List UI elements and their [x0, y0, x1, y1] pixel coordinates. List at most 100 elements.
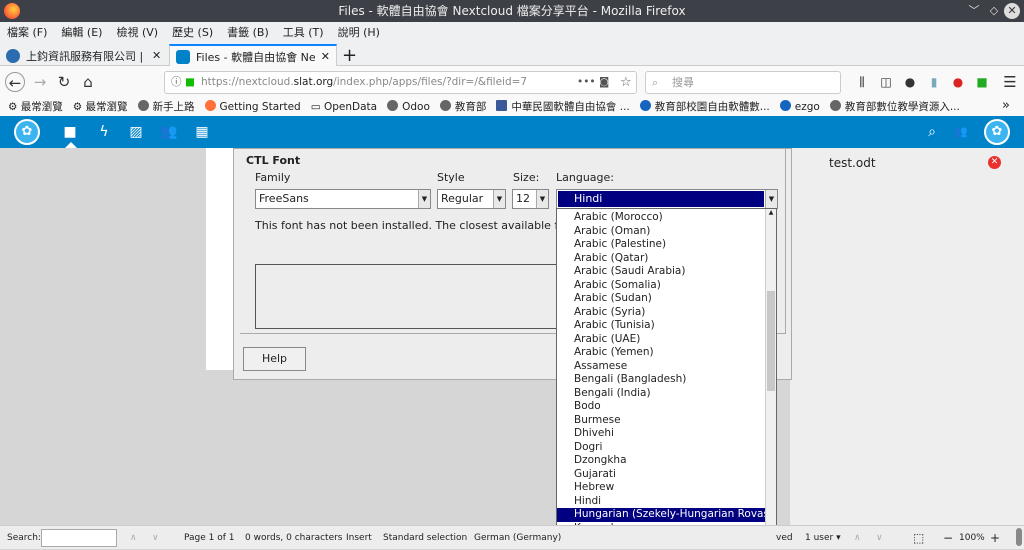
find-next-icon[interactable]: ∨	[152, 526, 159, 550]
language-option[interactable]: Bengali (Bangladesh)	[557, 373, 776, 387]
page-actions-icon[interactable]: •••	[577, 72, 596, 93]
language-option[interactable]: Bodo	[557, 400, 776, 414]
zoom-out-button[interactable]: −	[943, 526, 953, 550]
extension-icon[interactable]: ●	[900, 72, 920, 92]
tab-slat[interactable]: 上鈞資訊服務有限公司 | 自由 ✕	[0, 44, 168, 67]
files-app-icon[interactable]: ■	[62, 124, 78, 140]
user-avatar[interactable]: ✿	[984, 119, 1010, 145]
save-status: ved	[776, 533, 793, 543]
next-icon[interactable]: ∨	[876, 526, 883, 550]
url-bar[interactable]: ⓘ ■ https://nextcloud.slat.org/index.php…	[164, 71, 637, 94]
maximize-icon[interactable]: ◇	[986, 3, 1002, 19]
language-option[interactable]: Arabic (Palestine)	[557, 238, 776, 252]
menu-tools[interactable]: 工具 (T)	[283, 22, 324, 44]
prev-icon[interactable]: ∧	[854, 526, 861, 550]
text-language[interactable]: German (Germany)	[474, 526, 561, 550]
language-option[interactable]: Arabic (UAE)	[557, 333, 776, 347]
minimize-icon[interactable]: ﹀	[966, 3, 982, 19]
insert-mode[interactable]: Insert	[346, 526, 372, 550]
page-scrollbar[interactable]	[1016, 528, 1022, 546]
bookmark-folder[interactable]: ▭ OpenData	[311, 98, 377, 116]
language-option[interactable]: Arabic (Qatar)	[557, 252, 776, 266]
find-previous-icon[interactable]: ∧	[130, 526, 137, 550]
bookmark-item[interactable]: ⚙ 最常瀏覽	[73, 98, 128, 116]
home-button[interactable]: ⌂	[78, 72, 98, 92]
bookmark-item[interactable]: 教育部校園自由軟體數...	[639, 98, 770, 116]
bookmark-item[interactable]: ⚙ 最常瀏覽	[8, 98, 63, 116]
language-option[interactable]: Bengali (India)	[557, 387, 776, 401]
close-tab-icon[interactable]: ✕	[152, 49, 161, 62]
language-option[interactable]: Arabic (Oman)	[557, 225, 776, 239]
family-combo[interactable]: FreeSans ▼	[255, 189, 431, 209]
new-tab-button[interactable]: +	[342, 45, 357, 66]
menu-bookmarks[interactable]: 書籤 (B)	[227, 22, 269, 44]
language-option[interactable]: Burmese	[557, 414, 776, 428]
fit-page-icon[interactable]: ⬚	[913, 526, 924, 550]
style-combo[interactable]: Regular ▼	[437, 189, 506, 209]
language-option[interactable]: Arabic (Morocco)	[557, 211, 776, 225]
sidebar-icon[interactable]: ◫	[876, 72, 896, 92]
close-icon[interactable]: ✕	[1004, 3, 1020, 19]
close-sidebar-icon[interactable]: ✕	[988, 156, 1001, 169]
find-input[interactable]	[41, 529, 117, 547]
contacts-icon[interactable]: 👥	[160, 124, 177, 140]
library-icon[interactable]: ⫼	[852, 72, 872, 92]
size-combo[interactable]: 12 ▼	[512, 189, 549, 209]
gallery-icon[interactable]: ▨	[128, 124, 144, 140]
menu-help[interactable]: 說明 (H)	[338, 22, 380, 44]
scroll-up-icon: ▲	[768, 209, 774, 216]
language-option[interactable]: Arabic (Syria)	[557, 306, 776, 320]
forward-button[interactable]: →	[30, 72, 50, 92]
users-button[interactable]: 1 user ▾	[805, 526, 841, 550]
bookmark-item[interactable]: 新手上路	[137, 98, 195, 116]
language-option[interactable]: Hindi	[557, 495, 776, 509]
bookmarks-overflow-icon[interactable]: »	[1002, 98, 1010, 113]
bookmark-item[interactable]: 教育部	[439, 98, 486, 116]
nextcloud-logo[interactable]: ✿	[14, 119, 40, 145]
extension-icon[interactable]: ▮	[924, 72, 944, 92]
reload-button[interactable]: ↻	[54, 72, 74, 92]
contacts-menu-icon[interactable]: 👥	[953, 124, 969, 140]
help-button[interactable]: Help	[243, 347, 306, 371]
back-button[interactable]: ←	[5, 72, 25, 92]
zoom-in-button[interactable]: +	[990, 526, 1000, 550]
info-icon[interactable]: ⓘ	[171, 72, 182, 93]
tab-files[interactable]: Files - 軟體自由協會 Nextclou ✕	[169, 44, 337, 67]
bookmark-item[interactable]: 教育部數位教學資源入...	[829, 98, 960, 116]
language-option[interactable]: Arabic (Somalia)	[557, 279, 776, 293]
language-option[interactable]: Arabic (Sudan)	[557, 292, 776, 306]
language-option[interactable]: Gujarati	[557, 468, 776, 482]
menu-edit[interactable]: 編輯 (E)	[61, 22, 102, 44]
activity-icon[interactable]: ϟ	[96, 124, 112, 140]
calendar-icon[interactable]: ▦	[194, 124, 210, 140]
language-combo[interactable]: Hindi ▼	[556, 189, 778, 209]
bookmark-item[interactable]: Getting Started	[204, 98, 301, 116]
dropdown-scrollbar[interactable]: ▲	[765, 209, 776, 547]
search-icon[interactable]: ⌕	[924, 124, 940, 140]
close-tab-icon[interactable]: ✕	[321, 50, 330, 63]
language-option[interactable]: Hebrew	[557, 481, 776, 495]
language-option[interactable]: Arabic (Saudi Arabia)	[557, 265, 776, 279]
language-option[interactable]: Dzongkha	[557, 454, 776, 468]
extension-icon[interactable]: ■	[972, 72, 992, 92]
language-option[interactable]: Dhivehi	[557, 427, 776, 441]
menu-view[interactable]: 檢視 (V)	[116, 22, 158, 44]
language-dropdown-list[interactable]: Arabic (Morocco) Arabic (Oman) Arabic (Pal…	[556, 208, 777, 548]
search-input[interactable]: ⌕ 搜尋	[645, 71, 841, 94]
language-option[interactable]: Dogri	[557, 441, 776, 455]
bookmark-item[interactable]: Odoo	[387, 98, 430, 116]
bookmark-item[interactable]: 中華民國軟體自由協會 ...	[496, 98, 630, 116]
selection-mode[interactable]: Standard selection	[383, 526, 467, 550]
bookmark-item[interactable]: ezgo	[779, 98, 820, 116]
language-option[interactable]: Assamese	[557, 360, 776, 374]
bookmark-star-icon[interactable]: ☆	[620, 72, 632, 93]
menu-history[interactable]: 歷史 (S)	[172, 22, 213, 44]
language-option[interactable]: Arabic (Yemen)	[557, 346, 776, 360]
menu-file[interactable]: 檔案 (F)	[7, 22, 47, 44]
language-option[interactable]: Hungarian (Szekely-Hungarian Rovas)	[557, 508, 776, 522]
pocket-icon[interactable]: ◙	[599, 72, 609, 93]
language-option[interactable]: Arabic (Tunisia)	[557, 319, 776, 333]
alert-extension-icon[interactable]: ●	[948, 72, 968, 92]
url-path: /index.php/apps/files/?dir=/&fileid=7	[333, 76, 528, 88]
hamburger-menu-icon[interactable]: ☰	[1000, 72, 1020, 92]
